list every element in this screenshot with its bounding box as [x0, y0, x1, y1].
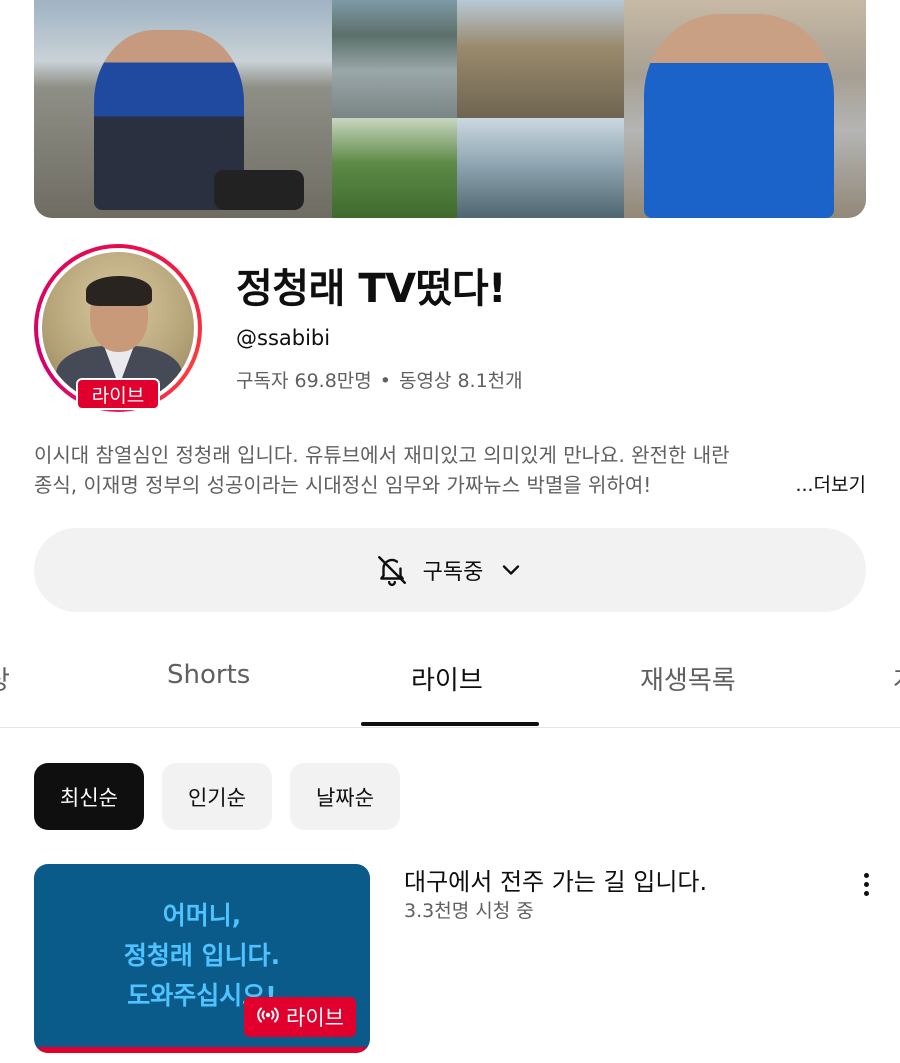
- channel-handle: @ssabibi: [236, 326, 331, 350]
- banner-photo-dock: [332, 0, 457, 118]
- chip-popular[interactable]: 인기순: [161, 763, 272, 830]
- description-line: 종식, 이재명 정부의 성공이라는 시대정신 임무와 가짜뉴스 박멸을 위하여!: [34, 473, 652, 497]
- channel-stats: 구독자 69.8만명 • 동영상 8.1천개: [236, 366, 523, 393]
- tab-shorts[interactable]: Shorts: [167, 660, 250, 690]
- video-title[interactable]: 대구에서 전주 가는 길 입니다.: [404, 862, 707, 897]
- banner-photo-mudflat: [34, 0, 332, 218]
- channel-tabs: 상 Shorts 라이브 재생목록 게: [0, 630, 900, 728]
- channel-description[interactable]: 이시대 참열심인 정청래 입니다. 유튜브에서 재미있고 의미있게 만나요. 완…: [34, 440, 866, 500]
- banner-photo-group: [457, 0, 624, 118]
- chip-latest[interactable]: 최신순: [34, 763, 144, 830]
- banner-person: [644, 14, 834, 218]
- sort-chips: 최신순 인기순 날짜순: [34, 763, 400, 830]
- description-line: 이시대 참열심인 정청래 입니다. 유튜브에서 재미있고 의미있게 만나요. 완…: [34, 443, 730, 467]
- tab-live[interactable]: 라이브: [411, 660, 483, 697]
- chevron-down-icon: [497, 556, 525, 584]
- banner-basket: [214, 170, 304, 210]
- banner-photo-coast: [457, 118, 624, 218]
- banner-photo-tea-field: [332, 118, 457, 218]
- video-count: 동영상 8.1천개: [398, 370, 523, 392]
- live-progress-bar: [34, 1047, 370, 1053]
- subscriber-count: 구독자 69.8만명: [236, 370, 372, 392]
- banner-photo-campaign: [624, 0, 866, 218]
- tab-playlists[interactable]: 재생목록: [640, 660, 736, 697]
- live-label: 라이브: [286, 1006, 344, 1030]
- video-viewers: 3.3천명 시청 중: [404, 900, 534, 922]
- active-tab-indicator: [361, 722, 539, 726]
- avatar-live-badge: 라이브: [76, 378, 160, 410]
- stats-separator: •: [379, 370, 391, 392]
- subscribed-button[interactable]: 구독중: [34, 528, 866, 612]
- live-badge: 라이브: [244, 997, 356, 1037]
- tab-videos[interactable]: 상: [0, 660, 10, 697]
- banner-collage: [332, 0, 624, 218]
- channel-title: 정청래 TV떴다!: [236, 266, 506, 312]
- live-broadcast-icon: [256, 1005, 280, 1030]
- bell-off-icon: [375, 553, 409, 587]
- more-options-icon[interactable]: [854, 866, 878, 902]
- subscribed-label: 구독중: [422, 560, 484, 585]
- channel-banner: [34, 0, 866, 218]
- chip-oldest[interactable]: 날짜순: [289, 763, 400, 830]
- tab-posts[interactable]: 게: [893, 660, 900, 697]
- more-link[interactable]: ...더보기: [755, 470, 866, 500]
- video-thumbnail[interactable]: 어머니, 정청래 입니다. 도와주십시오! 라이브: [34, 864, 370, 1053]
